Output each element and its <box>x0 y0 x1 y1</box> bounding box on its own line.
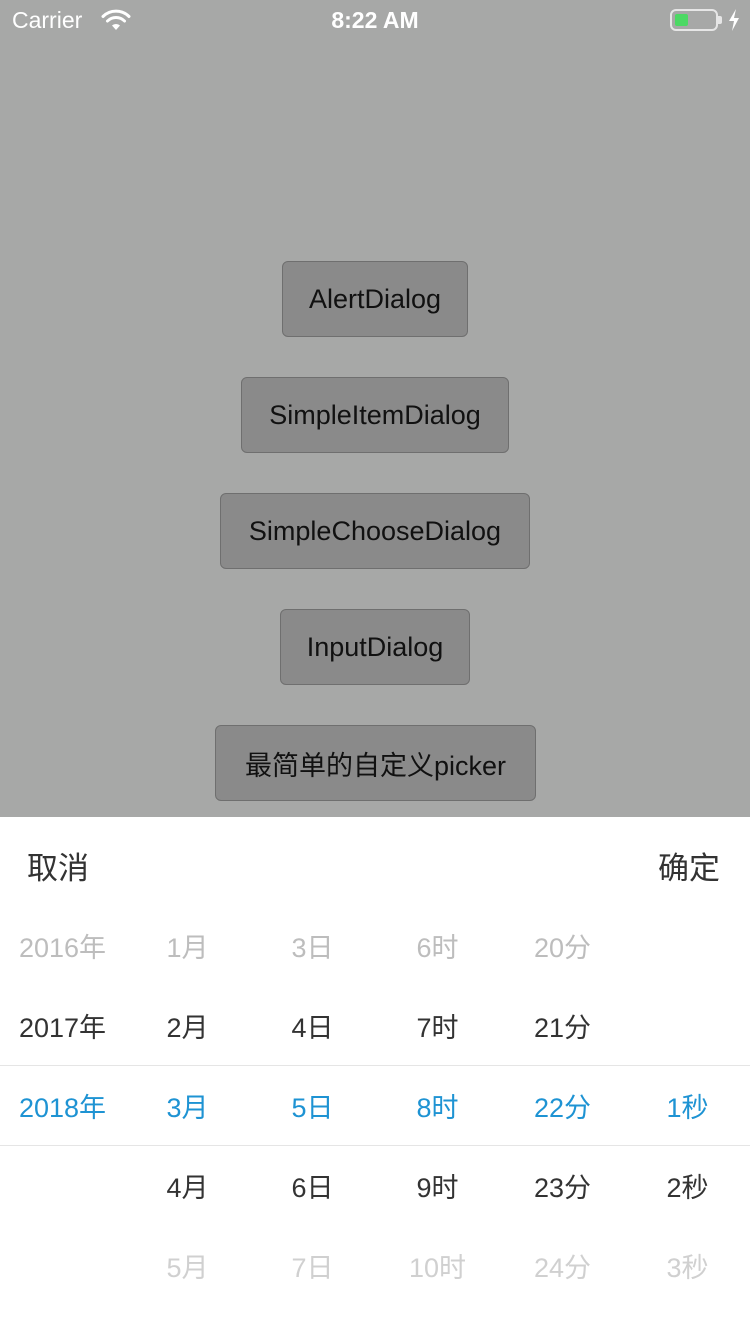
hour-option[interactable]: 10时 <box>375 1225 500 1305</box>
second-column[interactable]: 1秒 2秒 3秒 <box>625 817 750 1334</box>
battery-level <box>675 14 688 26</box>
day-option[interactable]: 4日 <box>250 985 375 1065</box>
month-option[interactable]: 5月 <box>125 1225 250 1305</box>
simple-item-dialog-button[interactable]: SimpleItemDialog <box>241 377 509 453</box>
battery-icon <box>670 9 718 31</box>
minute-option-selected[interactable]: 22分 <box>500 1065 625 1145</box>
minute-column[interactable]: 20分 21分 22分 23分 24分 <box>500 817 625 1334</box>
year-option[interactable]: 2017年 <box>0 985 125 1065</box>
second-option-selected[interactable]: 1秒 <box>625 1065 750 1145</box>
hour-column[interactable]: 6时 7时 8时 9时 10时 <box>375 817 500 1334</box>
minute-option[interactable]: 21分 <box>500 985 625 1065</box>
day-option[interactable]: 6日 <box>250 1145 375 1225</box>
hour-option[interactable]: 9时 <box>375 1145 500 1225</box>
month-option[interactable]: 4月 <box>125 1145 250 1225</box>
charging-bolt-icon <box>729 9 739 31</box>
day-column[interactable]: 3日 4日 5日 6日 7日 <box>250 817 375 1334</box>
clock-time: 8:22 AM <box>331 7 419 33</box>
status-bar: Carrier 8:22 AM <box>0 0 750 40</box>
day-option-selected[interactable]: 5日 <box>250 1065 375 1145</box>
month-option[interactable]: 2月 <box>125 985 250 1065</box>
month-option-selected[interactable]: 3月 <box>125 1065 250 1145</box>
second-option[interactable]: 2秒 <box>625 1145 750 1225</box>
year-option[interactable]: 2016年 <box>0 905 125 985</box>
date-time-picker-sheet: 取消 确定 2016年 2017年 2018年 1月 2月 3月 4月 5月 3… <box>0 817 750 1334</box>
hour-option[interactable]: 6时 <box>375 905 500 985</box>
year-column[interactable]: 2016年 2017年 2018年 <box>0 817 125 1334</box>
hour-option[interactable]: 7时 <box>375 985 500 1065</box>
battery-tip <box>718 16 722 24</box>
day-option[interactable]: 7日 <box>250 1225 375 1305</box>
minute-option[interactable]: 20分 <box>500 905 625 985</box>
custom-picker-button[interactable]: 最简单的自定义picker <box>215 725 536 801</box>
second-option[interactable]: 3秒 <box>625 1225 750 1305</box>
month-column[interactable]: 1月 2月 3月 4月 5月 <box>125 817 250 1334</box>
day-option[interactable]: 3日 <box>250 905 375 985</box>
hour-option-selected[interactable]: 8时 <box>375 1065 500 1145</box>
minute-option[interactable]: 24分 <box>500 1225 625 1305</box>
alert-dialog-button[interactable]: AlertDialog <box>282 261 468 337</box>
input-dialog-button[interactable]: InputDialog <box>280 609 470 685</box>
month-option[interactable]: 1月 <box>125 905 250 985</box>
year-option-selected[interactable]: 2018年 <box>0 1065 125 1145</box>
minute-option[interactable]: 23分 <box>500 1145 625 1225</box>
simple-choose-dialog-button[interactable]: SimpleChooseDialog <box>220 493 530 569</box>
